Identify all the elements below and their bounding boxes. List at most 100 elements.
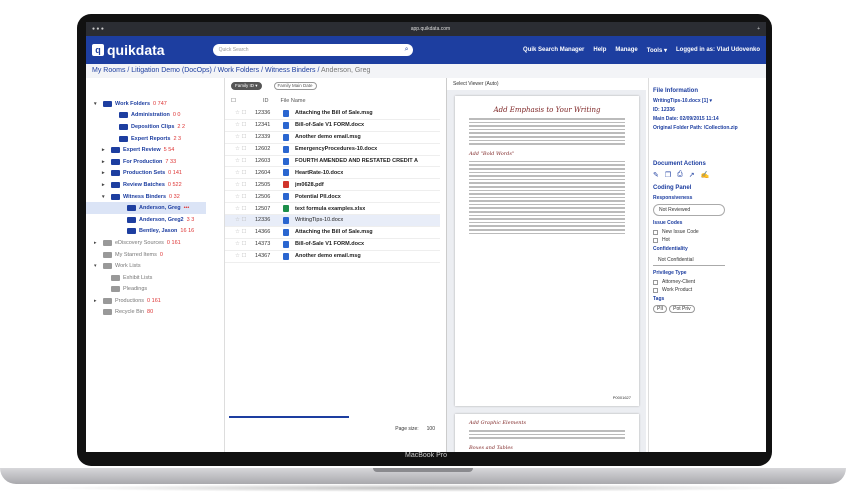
- table-row[interactable]: ☆ ☐ 14367 Another demo email.msg: [225, 251, 440, 263]
- tree-caret-icon[interactable]: ▾: [94, 101, 100, 107]
- tree-node[interactable]: My Starred Items 0: [86, 249, 206, 261]
- search-icon[interactable]: ⌕: [405, 44, 409, 56]
- nav-help[interactable]: Help: [593, 47, 606, 54]
- tree-caret-icon[interactable]: ▸: [102, 147, 108, 153]
- tree-node[interactable]: Exhibit Lists: [86, 272, 206, 284]
- edit-icon[interactable]: ✎: [653, 171, 659, 179]
- table-row[interactable]: ☆ ☐ 12341 Bill-of-Sale V1 FORM.docx: [225, 120, 440, 132]
- filter-family-main-date[interactable]: Family Main Date: [273, 82, 317, 90]
- tree-caret-icon[interactable]: ▸: [102, 182, 108, 188]
- tree-node[interactable]: ▸ eDiscovery Sources 0 161: [86, 237, 206, 249]
- viewer-select[interactable]: Select Viewer (Auto): [447, 78, 646, 90]
- star-icon[interactable]: ☆ ☐: [235, 158, 249, 164]
- tree-node[interactable]: ▸ For Production 7 33: [86, 156, 206, 168]
- tree-node[interactable]: Administration 0 0: [86, 110, 206, 122]
- breadcrumb-links[interactable]: My Rooms / Litigation Demo (DocOps) / Wo…: [92, 67, 319, 74]
- tree-node[interactable]: ▸ Productions 0 161: [86, 295, 206, 307]
- address-bar[interactable]: app.quikdata.com: [411, 26, 450, 32]
- doc-name[interactable]: FOURTH AMENDED AND RESTATED CREDIT A: [295, 158, 418, 164]
- doc-name[interactable]: Potential PII.docx: [295, 194, 341, 200]
- copy-icon[interactable]: ❐: [665, 171, 671, 179]
- table-row[interactable]: ☆ ☐ 12339 Another demo email.msg: [225, 132, 440, 144]
- file-select[interactable]: WritingTips-10.docx [1] ▾: [653, 98, 762, 104]
- doc-name[interactable]: Attaching the Bill of Sale.msg: [295, 229, 373, 235]
- doc-name[interactable]: Another demo email.msg: [295, 253, 361, 259]
- star-icon[interactable]: ☆ ☐: [235, 182, 249, 188]
- table-row[interactable]: ☆ ☐ 12336 WritingTips-10.docx: [225, 215, 440, 227]
- search-input[interactable]: Quick Search ⌕: [212, 44, 413, 56]
- issue-hot-checkbox[interactable]: Hot: [653, 237, 762, 243]
- tag-icon[interactable]: ✍: [701, 171, 710, 179]
- star-icon[interactable]: ☆ ☐: [235, 229, 249, 235]
- tree-caret-icon[interactable]: ▸: [102, 170, 108, 176]
- star-icon[interactable]: ☆ ☐: [235, 146, 249, 152]
- doc-name[interactable]: Bill-of-Sale V1 FORM.docx: [295, 241, 364, 247]
- doc-name[interactable]: jm0628.pdf: [295, 182, 324, 188]
- doc-name[interactable]: EmergencyProcedures-10.docx: [295, 146, 377, 152]
- new-tab-icon[interactable]: +: [757, 26, 760, 32]
- star-icon[interactable]: ☆ ☐: [235, 134, 249, 140]
- filter-family-id[interactable]: Family ID ▾: [231, 82, 262, 90]
- star-icon[interactable]: ☆ ☐: [235, 241, 249, 247]
- star-icon[interactable]: ☆ ☐: [235, 253, 249, 259]
- star-icon[interactable]: ☆ ☐: [235, 170, 249, 176]
- table-row[interactable]: ☆ ☐ 14366 Attaching the Bill of Sale.msg: [225, 227, 440, 239]
- column-file-name[interactable]: File Name: [281, 98, 306, 104]
- nav-manage[interactable]: Manage: [615, 47, 637, 54]
- doc-name[interactable]: Bill-of-Sale V1 FORM.docx: [295, 122, 364, 128]
- doc-name[interactable]: WritingTips-10.docx: [295, 217, 343, 223]
- doc-name[interactable]: text formula examples.xlsx: [295, 206, 365, 212]
- page-size-select[interactable]: 100: [427, 426, 435, 432]
- doc-name[interactable]: HeartRate-10.docx: [295, 170, 343, 176]
- nav-tools[interactable]: Tools ▾: [647, 47, 667, 54]
- issue-new-checkbox[interactable]: New Issue Code: [653, 229, 762, 235]
- column-id[interactable]: ID: [263, 98, 269, 104]
- table-row[interactable]: ☆ ☐ 12506 Potential PII.docx: [225, 191, 440, 204]
- tree-node[interactable]: ▾ Witness Binders 0 32: [86, 191, 206, 203]
- table-row[interactable]: ☆ ☐ 12505 jm0628.pdf: [225, 179, 440, 192]
- tree-node[interactable]: ▸ Review Batches 0 522: [86, 179, 206, 191]
- star-icon[interactable]: ☆ ☐: [235, 194, 249, 200]
- tree-node[interactable]: Deposition Clips 2 2: [86, 121, 206, 133]
- doc-name[interactable]: Another demo email.msg: [295, 134, 361, 140]
- select-all-checkbox[interactable]: ☐: [231, 98, 251, 104]
- table-row[interactable]: ☆ ☐ 12602 EmergencyProcedures-10.docx: [225, 144, 440, 156]
- star-icon[interactable]: ☆ ☐: [235, 217, 249, 223]
- priv-attorney-checkbox[interactable]: Attorney-Client: [653, 279, 762, 285]
- tag-pot-priv[interactable]: Pot Priv: [669, 305, 695, 313]
- tree-caret-icon[interactable]: ▸: [94, 298, 100, 304]
- tag-pii[interactable]: PII: [653, 305, 668, 313]
- tree-node[interactable]: Recycle Bin 80: [86, 307, 206, 319]
- window-controls-icon[interactable]: ● ● ●: [92, 26, 104, 32]
- confidentiality-select[interactable]: Not Confidential: [653, 255, 725, 266]
- table-row[interactable]: ☆ ☐ 12507 text formula examples.xlsx: [225, 203, 440, 216]
- table-row[interactable]: ☆ ☐ 12604 HeartRate-10.docx: [225, 167, 440, 180]
- nav-user[interactable]: Logged in as: Vlad Udovenko: [676, 47, 760, 54]
- tree-node[interactable]: Expert Reports 2 3: [86, 133, 206, 145]
- tree-caret-icon[interactable]: ▸: [94, 240, 100, 246]
- table-row[interactable]: ☆ ☐ 12603 FOURTH AMENDED AND RESTATED CRED…: [225, 156, 440, 168]
- responsiveness-select[interactable]: Not Reviewed: [653, 204, 725, 216]
- tree-node[interactable]: Anderson, Greg •••: [86, 202, 206, 214]
- scrollbar[interactable]: [229, 416, 349, 418]
- tree-caret-icon[interactable]: ▾: [102, 194, 108, 200]
- print-icon[interactable]: ⎙: [677, 171, 683, 179]
- tree-node[interactable]: Anderson, Greg2 3 3: [86, 214, 206, 226]
- doc-name[interactable]: Attaching the Bill of Sale.msg: [295, 110, 373, 116]
- tree-node[interactable]: ▸ Production Sets 0 141: [86, 168, 206, 180]
- nav-quik-search-manager[interactable]: Quik Search Manager: [523, 47, 584, 54]
- tree-node[interactable]: Pleadings: [86, 284, 206, 296]
- star-icon[interactable]: ☆ ☐: [235, 206, 249, 212]
- star-icon[interactable]: ☆ ☐: [235, 122, 249, 128]
- tree-node[interactable]: ▸ Expert Review 5 54: [86, 144, 206, 156]
- table-row[interactable]: ☆ ☐ 14373 Bill-of-Sale V1 FORM.docx: [225, 239, 440, 251]
- table-row[interactable]: ☆ ☐ 12336 Attaching the Bill of Sale.msg: [225, 108, 440, 120]
- tree-caret-icon[interactable]: ▸: [102, 159, 108, 165]
- tree-node[interactable]: ▾ Work Lists: [86, 260, 206, 272]
- tree-node[interactable]: Bentley, Jason 16 16: [86, 226, 206, 238]
- tree-node[interactable]: ▾ Work Folders 0 747: [86, 98, 206, 110]
- tree-caret-icon[interactable]: ▾: [94, 263, 100, 269]
- star-icon[interactable]: ☆ ☐: [235, 110, 249, 116]
- share-icon[interactable]: ↗: [689, 171, 695, 179]
- logo[interactable]: q quikdata: [92, 42, 165, 58]
